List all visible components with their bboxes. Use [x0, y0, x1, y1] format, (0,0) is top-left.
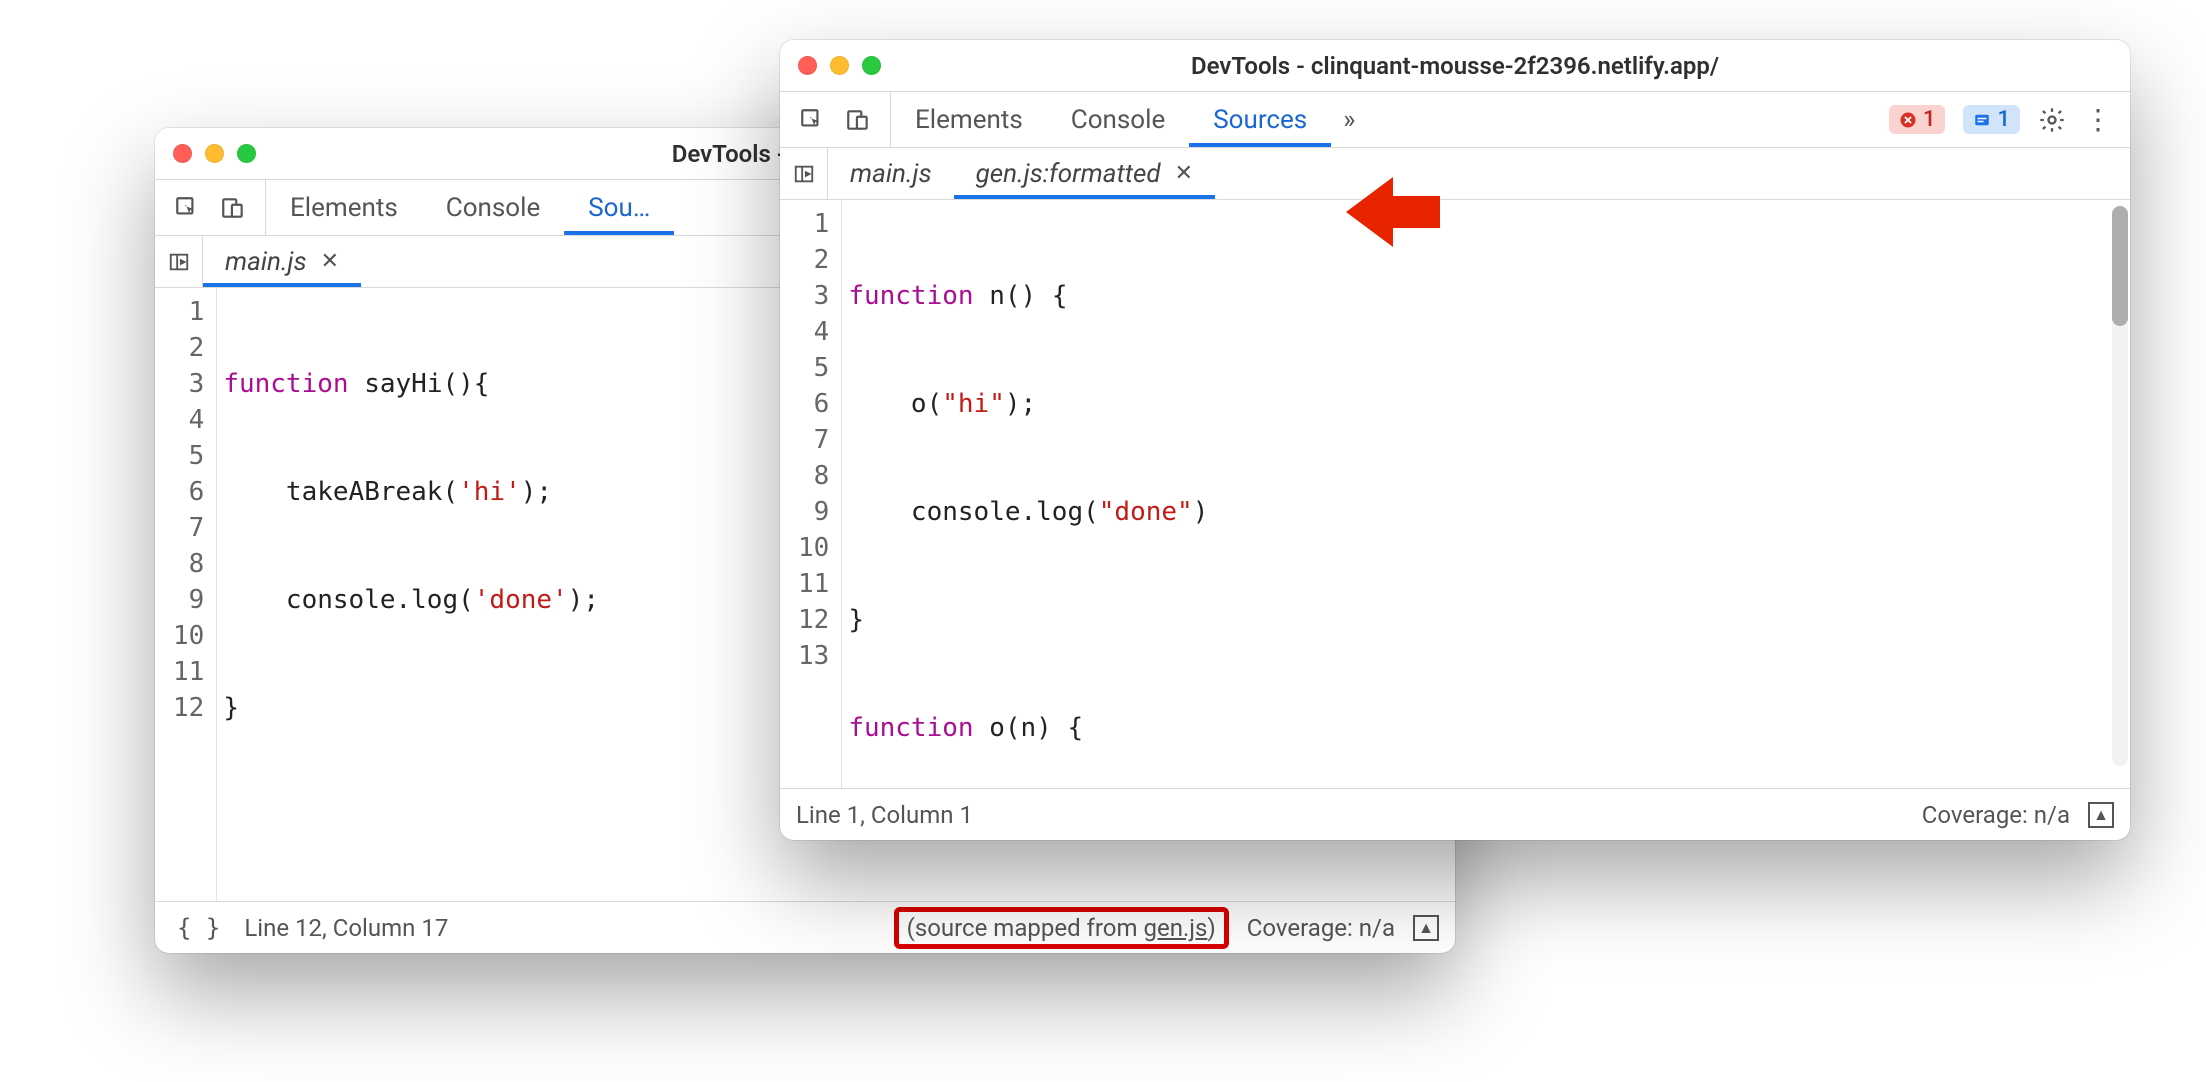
- close-window-button[interactable]: [173, 144, 192, 163]
- panel-tab-sources[interactable]: Sources: [1189, 92, 1331, 147]
- close-icon[interactable]: ✕: [321, 249, 339, 274]
- source-map-link[interactable]: gen.js: [1143, 914, 1207, 942]
- traffic-lights: [173, 144, 256, 163]
- status-bar: Line 1, Column 1 Coverage: n/a ▲: [780, 788, 2130, 840]
- devtools-window-right: DevTools - clinquant-mousse-2f2396.netli…: [780, 40, 2130, 840]
- file-tabs: main.js gen.js:formatted ✕: [780, 148, 2130, 200]
- maximize-window-button[interactable]: [237, 144, 256, 163]
- status-bar: { } Line 12, Column 17 (source mapped fr…: [155, 901, 1455, 953]
- scrollbar-thumb[interactable]: [2112, 206, 2128, 326]
- navigator-toggle[interactable]: [780, 148, 828, 199]
- gear-icon[interactable]: [2038, 106, 2066, 134]
- close-window-button[interactable]: [798, 56, 817, 75]
- error-count-badge[interactable]: 1: [1889, 105, 1946, 134]
- line-gutter: 123456789101112: [155, 288, 216, 901]
- window-title: DevTools - clinquant-mousse-2f2396.netli…: [1191, 52, 1719, 80]
- toggle-drawer-icon[interactable]: ▲: [2088, 802, 2114, 828]
- coverage-status: Coverage: n/a: [1922, 801, 2070, 829]
- minimize-window-button[interactable]: [830, 56, 849, 75]
- traffic-lights: [798, 56, 881, 75]
- cursor-position: Line 1, Column 1: [796, 801, 973, 829]
- file-tab-label: main.js: [850, 159, 932, 189]
- minimize-window-button[interactable]: [205, 144, 224, 163]
- maximize-window-button[interactable]: [862, 56, 881, 75]
- file-tab-gen-js-formatted[interactable]: gen.js:formatted ✕: [954, 148, 1215, 199]
- cursor-position: Line 12, Column 17: [244, 914, 448, 942]
- panel-tab-console[interactable]: Console: [1047, 92, 1189, 147]
- file-tab-label: gen.js:formatted: [976, 159, 1161, 189]
- more-tabs-icon[interactable]: »: [1331, 105, 1367, 135]
- code-content[interactable]: function n() { o("hi"); console.log("don…: [841, 200, 2130, 788]
- toggle-drawer-icon[interactable]: ▲: [1413, 915, 1439, 941]
- devtools-toolbar: Elements Console Sources » 1 1 ⋮: [780, 92, 2130, 148]
- panel-tab-elements[interactable]: Elements: [266, 180, 422, 235]
- line-gutter: 12345678910111213: [780, 200, 841, 788]
- file-tab-main-js[interactable]: main.js: [828, 148, 954, 199]
- file-tab-label: main.js: [225, 247, 307, 277]
- issues-count-badge[interactable]: 1: [1963, 105, 2020, 134]
- source-mapped-notice: (source mapped from gen.js): [894, 907, 1229, 949]
- navigator-toggle[interactable]: [155, 236, 203, 287]
- panel-tab-sources[interactable]: Sou…: [564, 180, 674, 235]
- panel-tab-console[interactable]: Console: [422, 180, 564, 235]
- pretty-print-icon[interactable]: { }: [171, 914, 226, 942]
- inspect-icon[interactable]: [173, 194, 201, 222]
- more-menu-icon[interactable]: ⋮: [2084, 106, 2112, 134]
- device-toggle-icon[interactable]: [844, 106, 872, 134]
- file-tab-main-js[interactable]: main.js ✕: [203, 236, 361, 287]
- titlebar: DevTools - clinquant-mousse-2f2396.netli…: [780, 40, 2130, 92]
- code-editor[interactable]: 12345678910111213 function n() { o("hi")…: [780, 200, 2130, 788]
- annotation-arrow-icon: [1338, 172, 1448, 252]
- device-toggle-icon[interactable]: [219, 194, 247, 222]
- inspect-icon[interactable]: [798, 106, 826, 134]
- coverage-status: Coverage: n/a: [1247, 914, 1395, 942]
- scrollbar[interactable]: [2112, 206, 2128, 766]
- panel-tab-elements[interactable]: Elements: [891, 92, 1047, 147]
- close-icon[interactable]: ✕: [1175, 161, 1193, 186]
